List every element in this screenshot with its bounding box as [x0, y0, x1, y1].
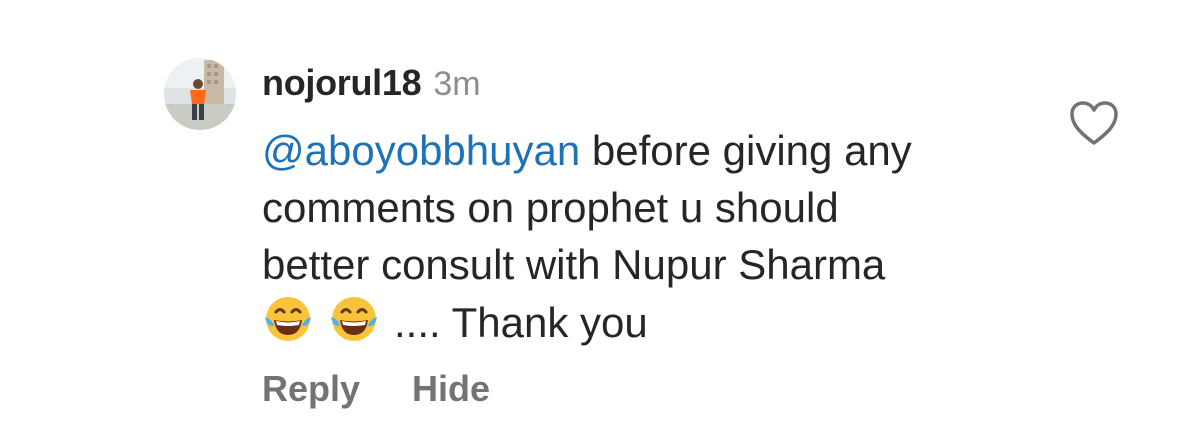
comment-line-3: better consult with Nupur Sharma [262, 241, 886, 288]
avatar[interactable] [164, 58, 236, 130]
timestamp: 3m [433, 65, 481, 103]
comment-line-1: @aboyobbhuyan before giving any [262, 122, 1022, 179]
laughing-tears-emoji-icon [331, 297, 377, 341]
heart-outline-icon[interactable] [1069, 100, 1119, 146]
comment-line-2: comments on prophet u should [262, 184, 839, 231]
comment-actions: Reply Hide [262, 368, 490, 410]
comment-item: nojorul18 3m @aboyobbhuyan before giving… [0, 0, 1179, 441]
comment-line-1-text: before giving any [580, 127, 912, 174]
comment-line-4: .... Thank you [262, 293, 1022, 350]
mention-link[interactable]: @aboyobbhuyan [262, 127, 580, 174]
comment-header: nojorul18 3m [262, 62, 481, 106]
username[interactable]: nojorul18 [262, 62, 422, 104]
avatar-image [164, 58, 236, 130]
laughing-tears-emoji-icon [265, 297, 311, 341]
hide-button[interactable]: Hide [412, 368, 490, 410]
comment-text: @aboyobbhuyan before giving any comments… [262, 122, 1022, 350]
reply-button[interactable]: Reply [262, 368, 360, 410]
comment-line-4-text: .... Thank you [394, 299, 648, 346]
